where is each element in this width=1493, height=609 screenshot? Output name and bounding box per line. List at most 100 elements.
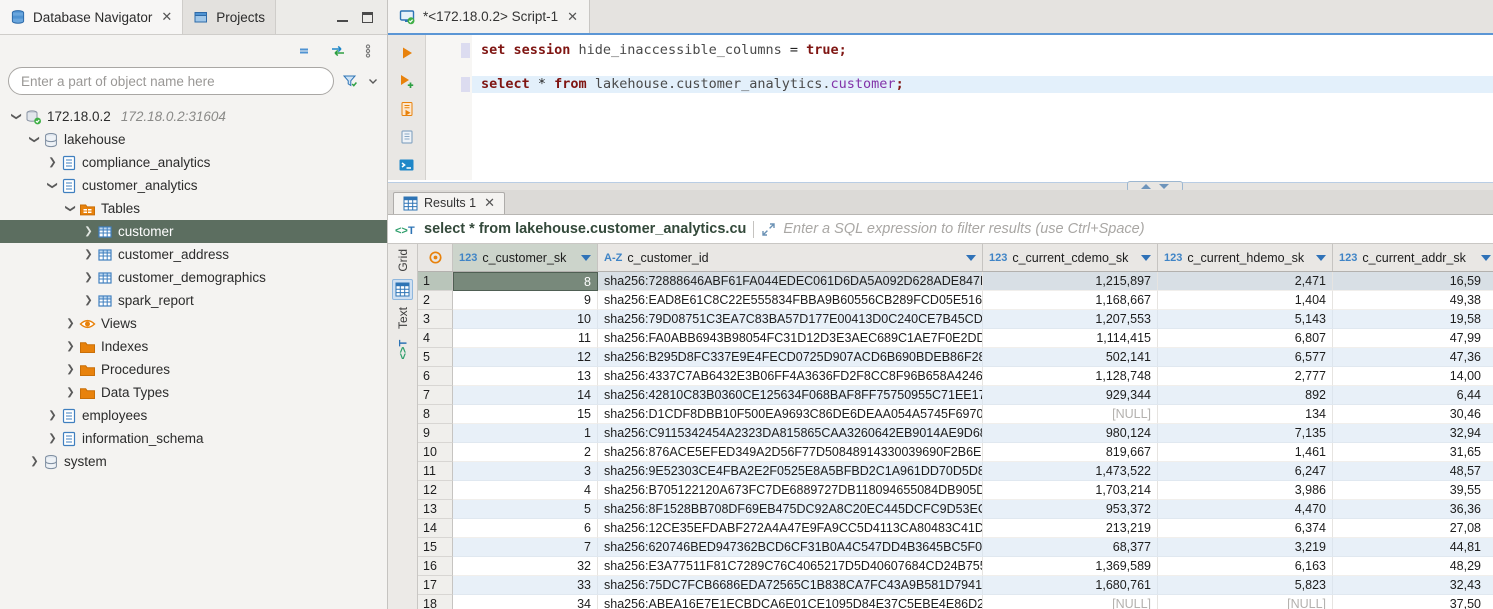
collapse-up-icon[interactable] (1141, 184, 1151, 189)
grid-cell[interactable]: sha256:9E52303CE4FBA2E2F0525E8A5BFBD2C1A… (598, 462, 983, 481)
text-view-icon[interactable]: <>T (393, 336, 412, 362)
grid-cell[interactable]: 47,99 (1333, 329, 1493, 348)
row-number[interactable]: 15 (418, 538, 453, 557)
grid-cell[interactable]: sha256:B705122120A673FC7DE6889727DB11809… (598, 481, 983, 500)
tree-item-spark-report[interactable]: spark_report (0, 289, 387, 312)
grid-cell[interactable]: 44,81 (1333, 538, 1493, 557)
grid-cell[interactable]: 1 (453, 424, 598, 443)
chevron-down-icon[interactable] (26, 134, 43, 145)
chevron-right-icon[interactable] (80, 295, 97, 306)
grid-cell[interactable]: 34 (453, 595, 598, 609)
column-header-c_current_cdemo_sk[interactable]: 123c_current_cdemo_sk (983, 244, 1158, 271)
grid-cell[interactable]: 1,473,522 (983, 462, 1158, 481)
row-number[interactable]: 12 (418, 481, 453, 500)
grid-view-icon[interactable] (392, 279, 413, 300)
row-number[interactable]: 11 (418, 462, 453, 481)
grid-cell[interactable]: sha256:876ACE5EFED349A2D56F77D5084891433… (598, 443, 983, 462)
chevron-right-icon[interactable] (62, 364, 79, 375)
grid-cell[interactable]: 6,44 (1333, 386, 1493, 405)
code-area[interactable]: set session hide_inaccessible_columns = … (472, 35, 1493, 180)
grid-cell[interactable]: 48,57 (1333, 462, 1493, 481)
grid-cell[interactable]: [NULL] (983, 405, 1158, 424)
grid-cell[interactable]: 1,215,897 (983, 272, 1158, 291)
grid-cell[interactable]: 3,986 (1158, 481, 1333, 500)
tree-item-customer[interactable]: customer (0, 220, 387, 243)
row-number[interactable]: 18 (418, 595, 453, 609)
grid-cell[interactable]: 892 (1158, 386, 1333, 405)
close-icon[interactable]: ✕ (567, 9, 578, 25)
grid-cell[interactable]: 32,43 (1333, 576, 1493, 595)
grid-cell[interactable]: 11 (453, 329, 598, 348)
grid-cell[interactable]: sha256:ABEA16E7E1ECBDCA6E01CE1095D84E37C… (598, 595, 983, 609)
tree-item-procedures[interactable]: Procedures (0, 358, 387, 381)
grid-cell[interactable]: sha256:EAD8E61C8C22E555834FBBA9B60556CB2… (598, 291, 983, 310)
row-number[interactable]: 1 (418, 272, 453, 291)
grid-cell[interactable]: 3 (453, 462, 598, 481)
view-menu-icon[interactable] (363, 43, 373, 59)
grid-cell[interactable]: sha256:D1CDF8DBB10F500EA9693C86DE6DEAA05… (598, 405, 983, 424)
grid-cell[interactable]: 1,404 (1158, 291, 1333, 310)
tree-item-system[interactable]: system (0, 450, 387, 473)
column-header-c_customer_id[interactable]: A-Zc_customer_id (598, 244, 983, 271)
grid-cell[interactable]: 929,344 (983, 386, 1158, 405)
link-with-editor-icon[interactable] (329, 43, 347, 59)
grid-corner[interactable] (418, 244, 453, 271)
column-header-c_current_addr_sk[interactable]: 123c_current_addr_sk (1333, 244, 1493, 271)
chevron-down-icon[interactable] (367, 73, 379, 89)
grid-cell[interactable]: 68,377 (983, 538, 1158, 557)
minimize-icon[interactable] (337, 20, 348, 22)
row-number[interactable]: 7 (418, 386, 453, 405)
grid-cell[interactable]: 1,703,214 (983, 481, 1158, 500)
grid-cell[interactable]: [NULL] (1158, 595, 1333, 609)
column-filter-icon[interactable] (1316, 255, 1326, 261)
grid-cell[interactable]: sha256:79D08751C3EA7C83BA57D177E00413D0C… (598, 310, 983, 329)
grid-cell[interactable]: 502,141 (983, 348, 1158, 367)
grid-cell[interactable]: 12 (453, 348, 598, 367)
grid-cell[interactable]: sha256:C9115342454A2323DA815865CAA326064… (598, 424, 983, 443)
grid-cell[interactable]: 49,38 (1333, 291, 1493, 310)
tree-item-employees[interactable]: employees (0, 404, 387, 427)
row-number[interactable]: 8 (418, 405, 453, 424)
row-number[interactable]: 10 (418, 443, 453, 462)
chevron-down-icon[interactable] (62, 203, 79, 214)
row-number[interactable]: 3 (418, 310, 453, 329)
column-header-c_customer_sk[interactable]: 123c_customer_sk (453, 244, 598, 271)
close-icon[interactable]: ✕ (161, 9, 172, 25)
grid-cell[interactable]: 7,135 (1158, 424, 1333, 443)
grid-cell[interactable]: 7 (453, 538, 598, 557)
grid-cell[interactable]: 30,46 (1333, 405, 1493, 424)
chevron-down-icon[interactable] (44, 180, 61, 191)
grid-cell[interactable]: 6,577 (1158, 348, 1333, 367)
grid-cell[interactable]: sha256:620746BED947362BCD6CF31B0A4C547DD… (598, 538, 983, 557)
tree-item-views[interactable]: Views (0, 312, 387, 335)
code-line[interactable] (472, 59, 1493, 76)
chevron-right-icon[interactable] (80, 226, 97, 237)
grid-cell[interactable]: 1,369,589 (983, 557, 1158, 576)
grid-cell[interactable]: 2,471 (1158, 272, 1333, 291)
tree-item-customer-demographics[interactable]: customer_demographics (0, 266, 387, 289)
grid-cell[interactable]: sha256:E3A77511F81C7289C76C4065217D5D406… (598, 557, 983, 576)
tree-item-information-schema[interactable]: information_schema (0, 427, 387, 450)
grid-cell[interactable]: sha256:B295D8FC337E9E4FECD0725D907ACD6B6… (598, 348, 983, 367)
grid-cell[interactable]: 48,29 (1333, 557, 1493, 576)
tree-item-172.18.0.2[interactable]: 172.18.0.2172.18.0.2:31604 (0, 105, 387, 128)
grid-cell[interactable]: 37,50 (1333, 595, 1493, 609)
grid-cell[interactable]: 33 (453, 576, 598, 595)
row-number[interactable]: 6 (418, 367, 453, 386)
column-filter-icon[interactable] (1481, 255, 1491, 261)
grid-cell[interactable]: sha256:42810C83B0360CE125634F068BAF8FF75… (598, 386, 983, 405)
grid-cell[interactable]: 19,58 (1333, 310, 1493, 329)
collapse-down-icon[interactable] (1159, 184, 1169, 189)
code-line[interactable]: set session hide_inaccessible_columns = … (472, 42, 1493, 59)
tab-sql-script[interactable]: *<172.18.0.2> Script-1 ✕ (388, 0, 590, 33)
close-icon[interactable]: ✕ (484, 195, 495, 211)
grid-cell[interactable]: 2,777 (1158, 367, 1333, 386)
grid-cell[interactable]: 6,807 (1158, 329, 1333, 348)
grid-cell[interactable]: 14 (453, 386, 598, 405)
grid-cell[interactable]: 4 (453, 481, 598, 500)
chevron-right-icon[interactable] (62, 387, 79, 398)
horizontal-splitter[interactable] (388, 182, 1493, 190)
tree-item-compliance-analytics[interactable]: compliance_analytics (0, 151, 387, 174)
grid-cell[interactable]: 1,461 (1158, 443, 1333, 462)
tree-item-indexes[interactable]: Indexes (0, 335, 387, 358)
